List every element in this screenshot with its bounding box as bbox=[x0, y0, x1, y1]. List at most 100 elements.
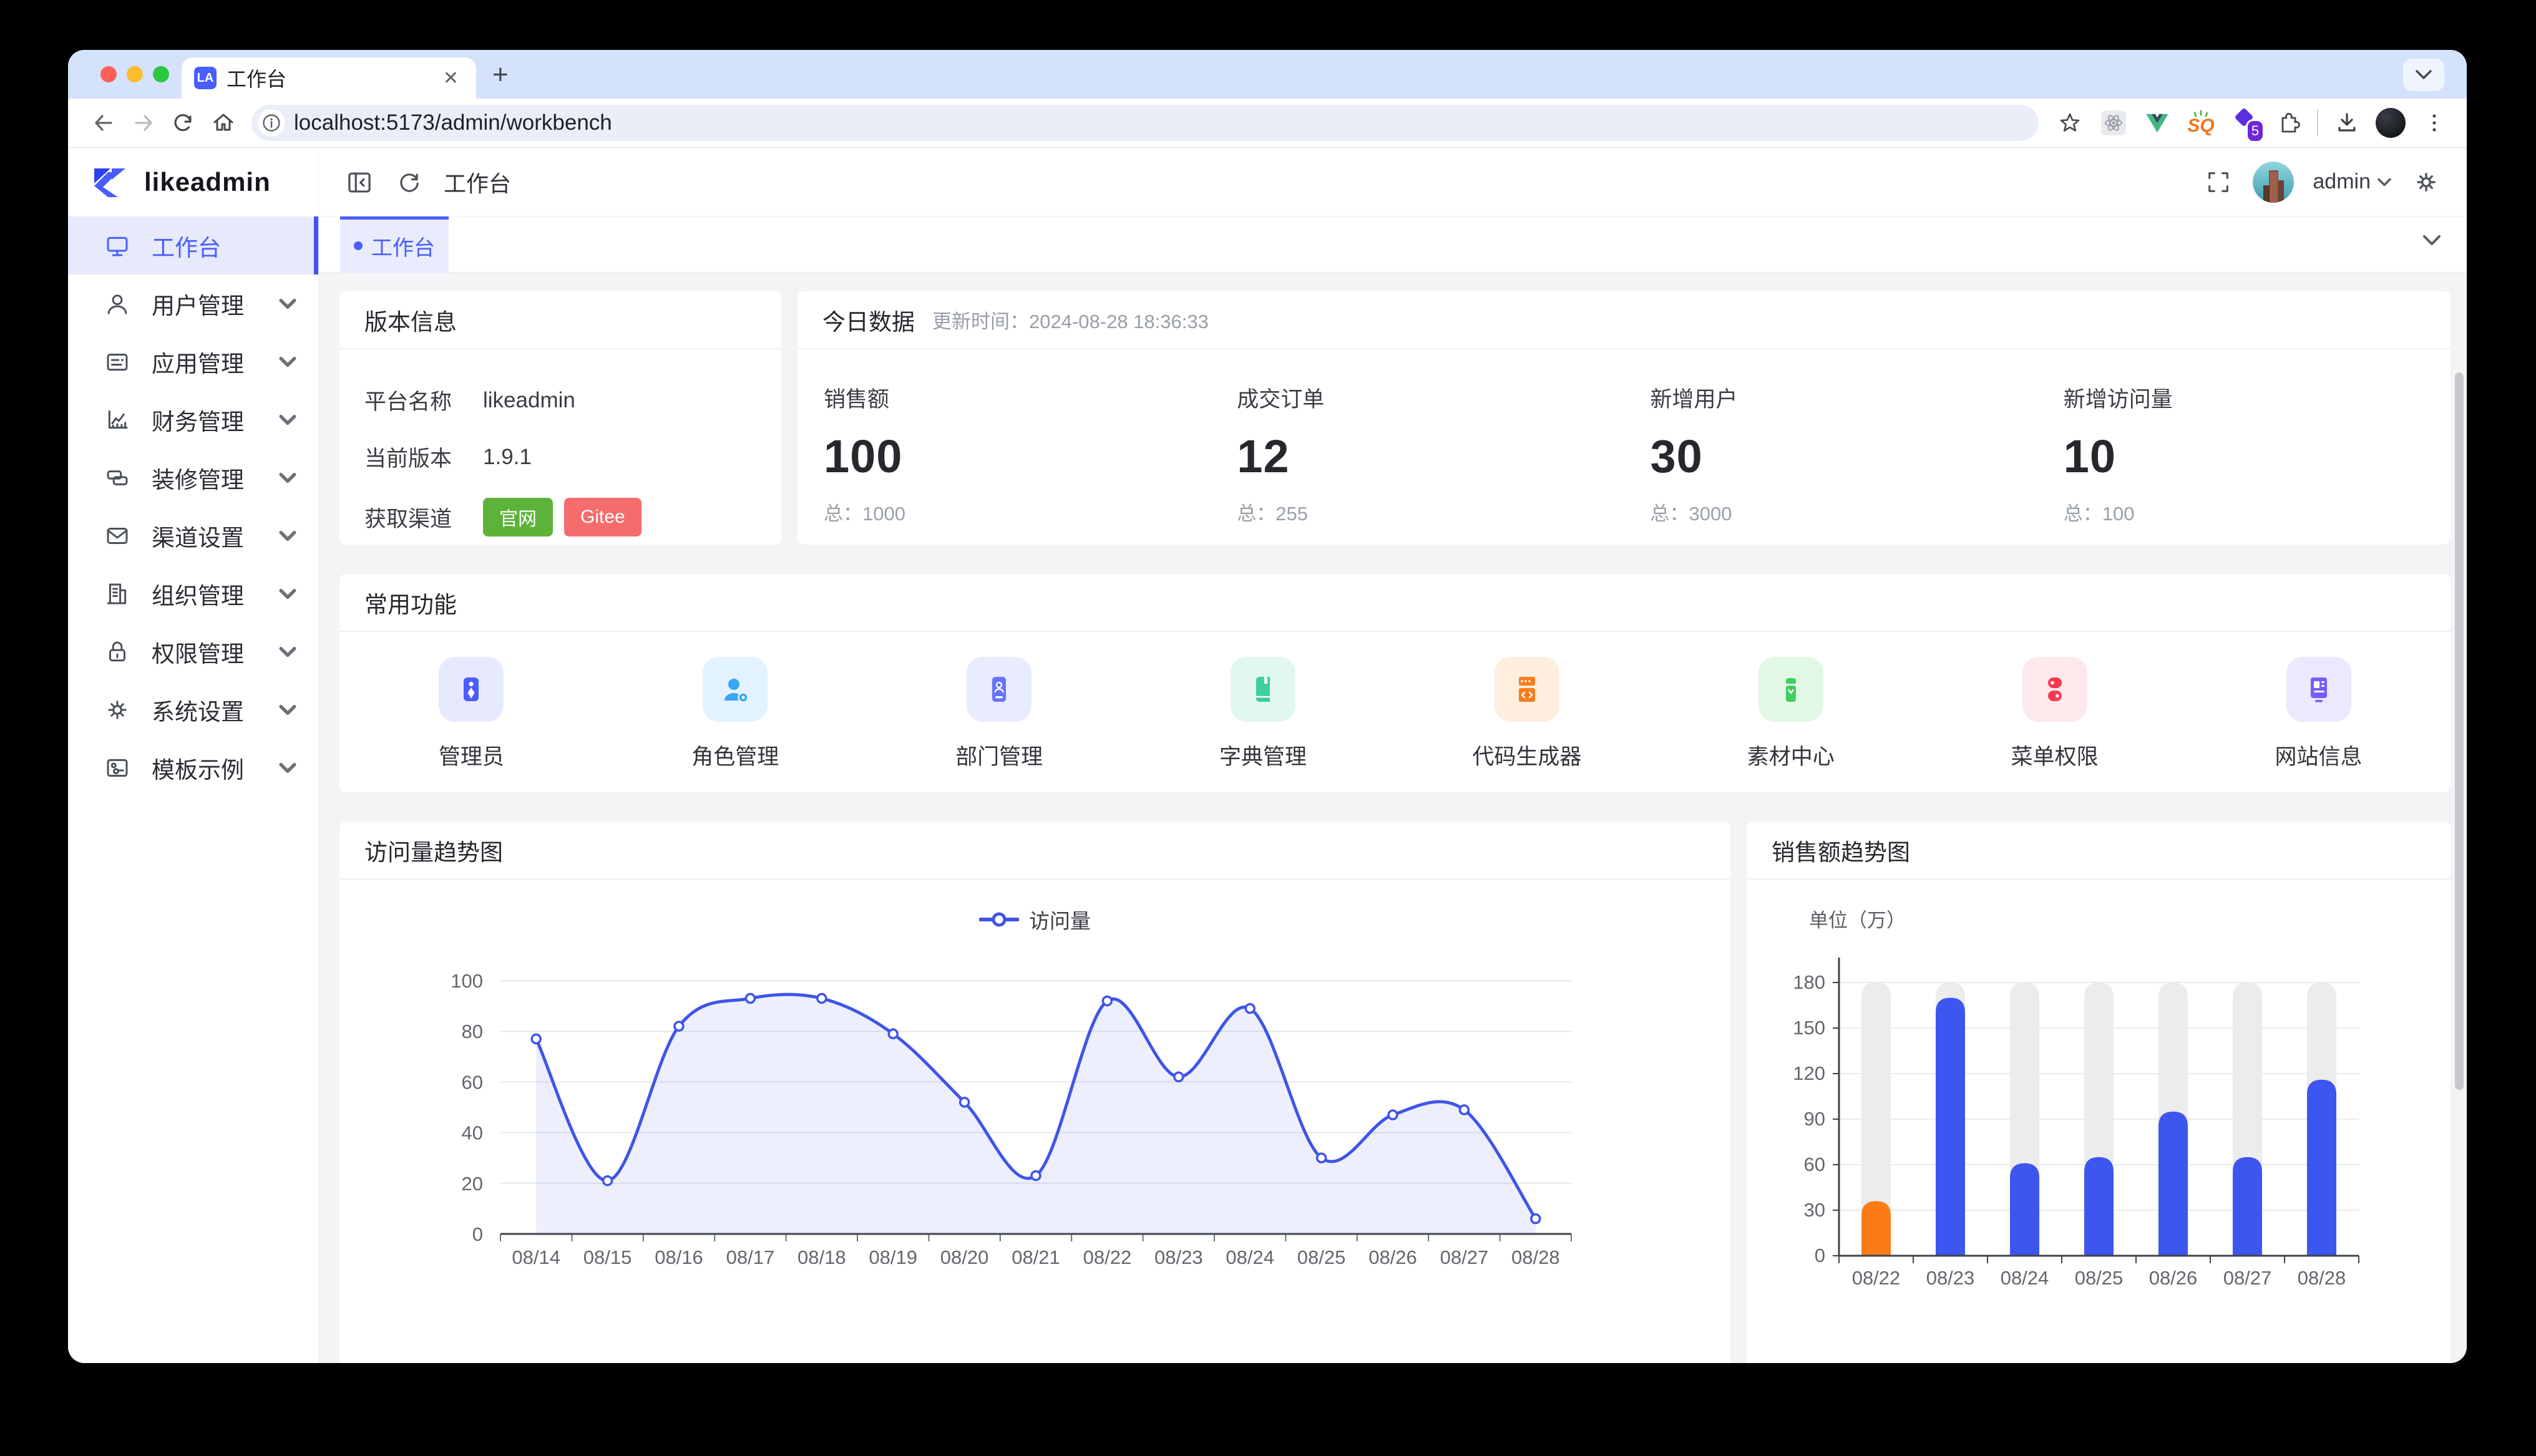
extension-vue-devtools-icon[interactable] bbox=[2142, 108, 2172, 138]
quick-item-dictionary[interactable]: 字典管理 bbox=[1201, 657, 1325, 771]
svg-text:08/15: 08/15 bbox=[583, 1246, 632, 1268]
role-user-icon bbox=[703, 657, 768, 722]
home-button[interactable] bbox=[205, 105, 241, 141]
admin-badge-icon bbox=[439, 657, 504, 722]
svg-text:20: 20 bbox=[462, 1173, 483, 1195]
settings-button[interactable] bbox=[2411, 167, 2442, 198]
fullscreen-button[interactable] bbox=[2203, 167, 2234, 198]
quick-item-website-info[interactable]: 网站信息 bbox=[2256, 657, 2381, 771]
bookmark-star-icon[interactable] bbox=[2055, 108, 2085, 138]
browser-menu-kebab-icon[interactable] bbox=[2419, 108, 2449, 138]
user-avatar[interactable] bbox=[2253, 162, 2294, 203]
sidebar-item-applications[interactable]: 应用管理 bbox=[68, 332, 318, 391]
chevron-down-icon bbox=[278, 646, 297, 658]
close-window-button[interactable] bbox=[100, 66, 117, 82]
extension-badge-count: 5 bbox=[2246, 119, 2265, 143]
quick-item-roles[interactable]: 角色管理 bbox=[673, 657, 797, 771]
back-button[interactable] bbox=[85, 105, 122, 141]
chart-legend[interactable]: 访问量 bbox=[339, 902, 1730, 937]
svg-text:08/28: 08/28 bbox=[1511, 1246, 1560, 1268]
stat-new-users: 新增用户 30 总：3000 bbox=[1624, 382, 2037, 545]
stat-label: 新增访问量 bbox=[2064, 382, 2451, 414]
code-generator-icon bbox=[1495, 657, 1559, 722]
stat-orders: 成交订单 12 总：255 bbox=[1211, 382, 1624, 545]
svg-text:08/27: 08/27 bbox=[1440, 1246, 1489, 1268]
visits-line-chart[interactable]: 02040608010008/1408/1508/1608/1708/1808/… bbox=[339, 937, 1730, 1286]
svg-text:08/27: 08/27 bbox=[2223, 1267, 2272, 1289]
chevron-down-icon bbox=[278, 588, 297, 599]
gear-icon bbox=[103, 696, 132, 724]
quick-item-material-center[interactable]: 素材中心 bbox=[1729, 657, 1853, 771]
extension-react-devtools-icon[interactable] bbox=[2099, 108, 2129, 138]
svg-text:08/25: 08/25 bbox=[1297, 1246, 1346, 1268]
chevron-down-icon bbox=[278, 530, 297, 541]
channel-row: 获取渠道 官网 Gitee bbox=[364, 498, 756, 536]
browser-tab[interactable]: LA 工作台 ✕ bbox=[182, 57, 476, 99]
stat-total: 总：100 bbox=[2064, 498, 2451, 526]
sidebar-item-label: 权限管理 bbox=[152, 635, 258, 669]
quick-item-admin[interactable]: 管理员 bbox=[409, 657, 534, 771]
svg-text:0: 0 bbox=[1815, 1245, 1825, 1266]
new-tab-button[interactable]: + bbox=[492, 56, 509, 94]
extension-diamond-icon[interactable]: 5 bbox=[2230, 108, 2260, 138]
collapse-sidebar-button[interactable] bbox=[344, 167, 375, 198]
refresh-page-button[interactable] bbox=[394, 167, 425, 198]
sidebar-item-workbench[interactable]: 工作台 bbox=[68, 216, 318, 274]
app-icon bbox=[103, 347, 132, 376]
sidebar-item-channels[interactable]: 渠道设置 bbox=[68, 507, 318, 565]
sidebar-item-label: 工作台 bbox=[152, 229, 297, 263]
sidebar-item-label: 应用管理 bbox=[152, 345, 258, 379]
row-label: 当前版本 bbox=[364, 441, 483, 473]
visits-trend-card: 访问量趋势图 访问量 02040608010008/1408/1508/1608… bbox=[339, 822, 1730, 1363]
row-value: likeadmin bbox=[483, 388, 575, 413]
svg-text:08/26: 08/26 bbox=[1368, 1246, 1417, 1268]
quick-item-departments[interactable]: 部门管理 bbox=[937, 657, 1061, 771]
chevron-down-icon bbox=[2377, 177, 2392, 187]
tabbar-dropdown-button[interactable] bbox=[2422, 234, 2442, 250]
quick-item-code-generator[interactable]: 代码生成器 bbox=[1465, 657, 1589, 771]
page-scrollbar-thumb[interactable] bbox=[2455, 372, 2464, 1090]
app-logo[interactable]: likeadmin bbox=[68, 148, 318, 216]
user-icon bbox=[103, 289, 132, 318]
gitee-button[interactable]: Gitee bbox=[564, 498, 641, 536]
minimize-window-button[interactable] bbox=[127, 66, 143, 82]
sidebar-item-users[interactable]: 用户管理 bbox=[68, 274, 318, 332]
row-value: 1.9.1 bbox=[483, 445, 532, 470]
tab-search-button[interactable] bbox=[2403, 59, 2444, 91]
sidebar-item-template-examples[interactable]: 模板示例 bbox=[68, 739, 318, 797]
reload-button[interactable] bbox=[165, 105, 202, 141]
sidebar-item-label: 用户管理 bbox=[152, 287, 258, 321]
legend-line-marker-icon bbox=[979, 911, 1019, 928]
tab-close-icon[interactable]: ✕ bbox=[438, 65, 464, 92]
current-version-row: 当前版本 1.9.1 bbox=[364, 441, 756, 473]
sidebar-item-system-settings[interactable]: 系统设置 bbox=[68, 681, 318, 739]
extensions-puzzle-icon[interactable] bbox=[2273, 108, 2303, 138]
sidebar-item-permissions[interactable]: 权限管理 bbox=[68, 623, 318, 681]
site-info-icon[interactable] bbox=[258, 109, 285, 137]
svg-text:08/14: 08/14 bbox=[512, 1246, 560, 1268]
url-text[interactable]: localhost:5173/admin/workbench bbox=[294, 110, 612, 135]
quick-item-menu-permissions[interactable]: 菜单权限 bbox=[1992, 657, 2117, 771]
username-menu[interactable]: admin bbox=[2313, 170, 2392, 194]
sidebar-item-finance[interactable]: 财务管理 bbox=[68, 391, 318, 449]
extension-sq-icon[interactable]: SQ bbox=[2186, 108, 2216, 138]
svg-text:08/18: 08/18 bbox=[797, 1246, 846, 1268]
active-tab-dot bbox=[354, 241, 363, 250]
sidebar-item-label: 装修管理 bbox=[152, 461, 258, 495]
admin-app: likeadmin 工作台 用户管理 应用管理 bbox=[68, 148, 2467, 1363]
sidebar-item-label: 财务管理 bbox=[152, 403, 258, 437]
official-site-button[interactable]: 官网 bbox=[483, 498, 553, 536]
forward-button[interactable] bbox=[125, 105, 162, 141]
reload-icon bbox=[170, 109, 197, 137]
sidebar-item-label: 渠道设置 bbox=[152, 519, 258, 553]
browser-profile-avatar[interactable] bbox=[2376, 108, 2406, 138]
sales-bar-chart[interactable]: 030609012015018008/2208/2308/2408/2508/2… bbox=[1747, 929, 2451, 1304]
address-bar[interactable]: localhost:5173/admin/workbench bbox=[251, 105, 2039, 141]
sidebar-item-organization[interactable]: 组织管理 bbox=[68, 565, 318, 623]
mail-icon bbox=[103, 522, 132, 550]
downloads-icon[interactable] bbox=[2332, 108, 2362, 138]
tab-workbench[interactable]: 工作台 bbox=[340, 216, 449, 272]
website-info-icon bbox=[2286, 657, 2351, 722]
sidebar-item-decoration[interactable]: 装修管理 bbox=[68, 449, 318, 507]
zoom-window-button[interactable] bbox=[153, 66, 169, 82]
